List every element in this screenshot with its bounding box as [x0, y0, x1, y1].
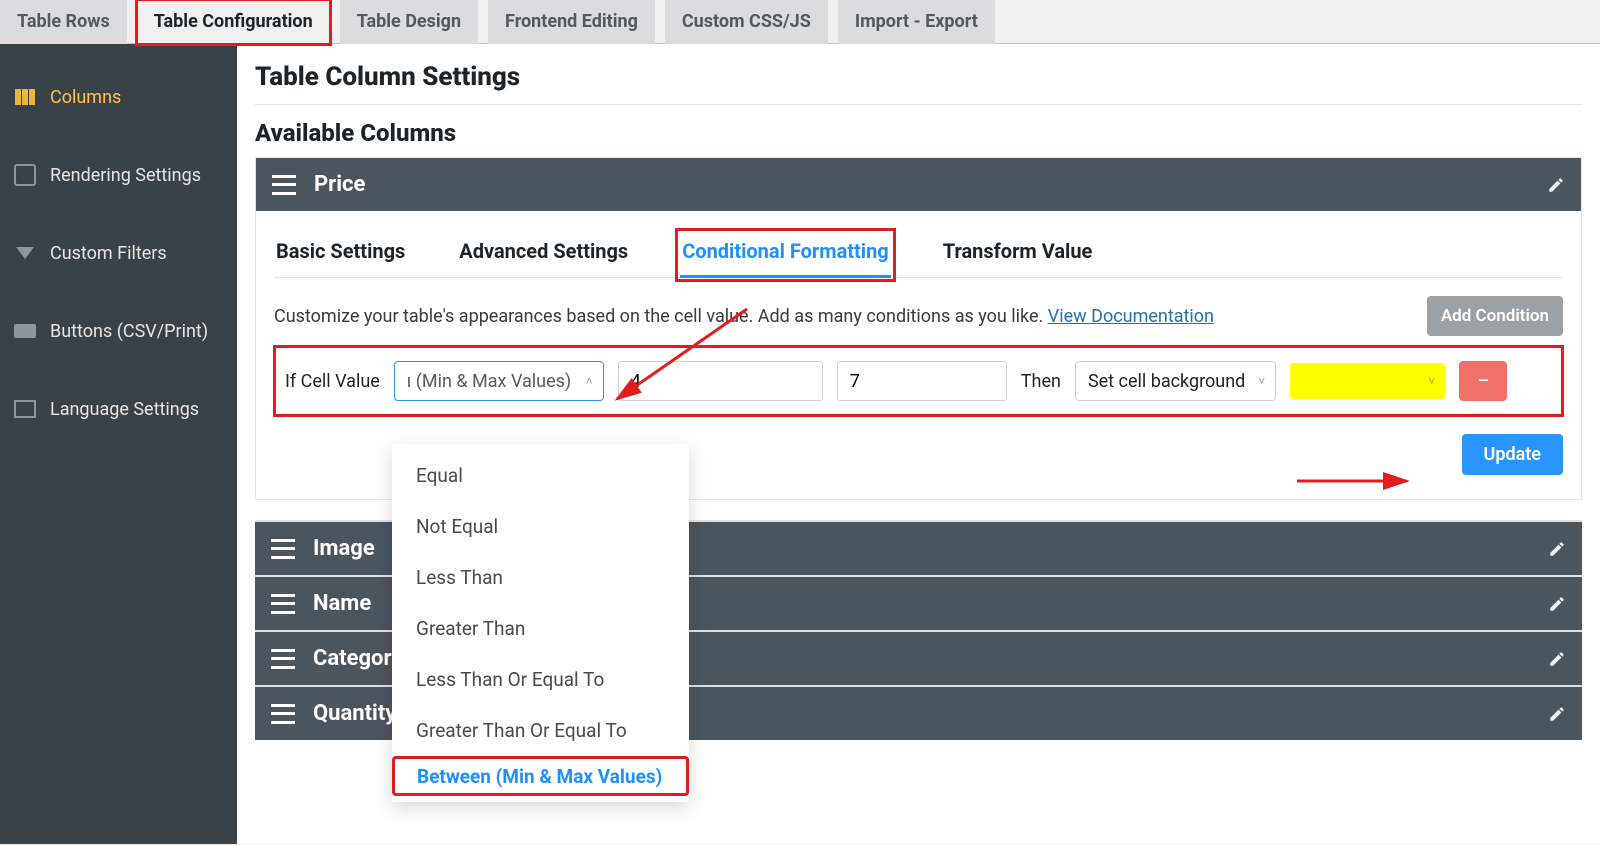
sidebar-item-label: Columns — [50, 87, 121, 108]
if-cell-value-label: If Cell Value — [285, 371, 380, 392]
column-row-title: Quantity — [313, 701, 396, 726]
dd-item-between[interactable]: Between (Min & Max Values) — [392, 756, 689, 796]
sidebar: Columns Rendering Settings Custom Filter… — [0, 44, 237, 844]
sidebar-item-label: Language Settings — [50, 399, 199, 420]
column-row-title: Image — [313, 536, 375, 561]
edit-icon[interactable] — [1547, 176, 1565, 194]
sidebar-item-rendering[interactable]: Rendering Settings — [0, 136, 237, 214]
edit-icon[interactable] — [1548, 650, 1566, 668]
delete-condition-button[interactable]: − — [1459, 361, 1507, 401]
drag-handle-icon[interactable] — [271, 649, 295, 669]
dd-item-equal[interactable]: Equal — [392, 450, 689, 501]
min-value-input[interactable] — [618, 361, 823, 401]
dd-item-less-than[interactable]: Less Than — [392, 552, 689, 603]
drag-handle-icon[interactable] — [271, 594, 295, 614]
inner-tab-transform[interactable]: Transform Value — [941, 233, 1095, 277]
chevron-down-icon: ˅ — [1258, 374, 1265, 388]
tab-frontend-editing[interactable]: Frontend Editing — [488, 0, 655, 44]
inner-tab-basic[interactable]: Basic Settings — [274, 233, 407, 277]
inner-tab-advanced[interactable]: Advanced Settings — [457, 233, 630, 277]
edit-icon[interactable] — [1548, 540, 1566, 558]
dd-item-greater-than[interactable]: Greater Than — [392, 603, 689, 654]
sidebar-item-language[interactable]: Language Settings — [0, 370, 237, 448]
inner-tabs: Basic Settings Advanced Settings Conditi… — [274, 211, 1563, 278]
buttons-icon — [14, 320, 36, 342]
panel-title: Price — [314, 172, 365, 197]
sidebar-item-label: Buttons (CSV/Print) — [50, 321, 208, 342]
main-content: Table Column Settings Available Columns … — [237, 44, 1600, 844]
dd-item-gte[interactable]: Greater Than Or Equal To — [392, 705, 689, 756]
drag-handle-icon[interactable] — [272, 175, 296, 195]
panel-header[interactable]: Price — [256, 158, 1581, 211]
sidebar-item-filters[interactable]: Custom Filters — [0, 214, 237, 292]
edit-icon[interactable] — [1548, 705, 1566, 723]
view-documentation-link[interactable]: View Documentation — [1048, 306, 1214, 327]
chevron-up-icon: ˄ — [586, 374, 593, 388]
dd-item-not-equal[interactable]: Not Equal — [392, 501, 689, 552]
operator-select[interactable]: ı (Min & Max Values) ˄ — [394, 361, 604, 401]
then-label: Then — [1021, 371, 1061, 392]
action-select[interactable]: Set cell background ˅ — [1075, 361, 1276, 401]
column-row-title: Name — [313, 591, 371, 616]
condition-row: If Cell Value ı (Min & Max Values) ˄ The… — [274, 346, 1563, 416]
sidebar-item-label: Custom Filters — [50, 243, 167, 264]
sidebar-item-columns[interactable]: Columns — [0, 58, 237, 136]
rendering-icon — [14, 164, 36, 186]
operator-dropdown[interactable]: Equal Not Equal Less Than Greater Than L… — [392, 444, 689, 802]
tab-table-rows[interactable]: Table Rows — [0, 0, 127, 44]
color-picker[interactable]: ˅ — [1290, 363, 1445, 399]
description: Customize your table's appearances based… — [274, 306, 1214, 327]
dd-item-lte[interactable]: Less Than Or Equal To — [392, 654, 689, 705]
language-icon — [14, 398, 36, 420]
section-title: Available Columns — [255, 119, 1582, 147]
tab-import-export[interactable]: Import - Export — [838, 0, 995, 44]
max-value-input[interactable] — [837, 361, 1007, 401]
sidebar-item-buttons[interactable]: Buttons (CSV/Print) — [0, 292, 237, 370]
tab-custom-css-js[interactable]: Custom CSS/JS — [665, 0, 828, 44]
page-title: Table Column Settings — [255, 62, 1582, 92]
update-button[interactable]: Update — [1462, 434, 1563, 475]
drag-handle-icon[interactable] — [271, 704, 295, 724]
add-condition-button[interactable]: Add Condition — [1427, 296, 1563, 336]
column-row-title: Category — [313, 646, 403, 671]
edit-icon[interactable] — [1548, 595, 1566, 613]
sidebar-item-label: Rendering Settings — [50, 165, 201, 186]
chevron-down-icon: ˅ — [1428, 374, 1435, 388]
inner-tab-conditional[interactable]: Conditional Formatting — [680, 233, 891, 277]
filter-icon — [14, 242, 36, 264]
tab-table-design[interactable]: Table Design — [340, 0, 478, 44]
top-tabbar: Table Rows Table Configuration Table Des… — [0, 0, 1600, 44]
tab-table-configuration[interactable]: Table Configuration — [137, 0, 330, 44]
drag-handle-icon[interactable] — [271, 539, 295, 559]
columns-icon — [14, 86, 36, 108]
